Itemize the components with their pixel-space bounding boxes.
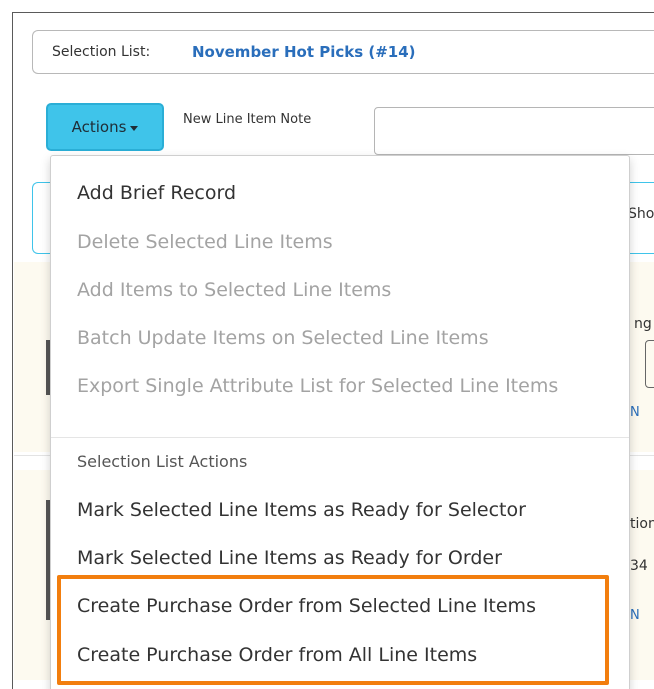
menu-item-ready-for-order[interactable]: Mark Selected Line Items as Ready for Or…: [77, 547, 502, 569]
background-link-1: N: [630, 405, 640, 420]
background-field-label-2: tion: [630, 516, 654, 532]
background-field-input-1: [645, 340, 654, 388]
actions-dropdown-menu: Add Brief Record Delete Selected Line It…: [50, 155, 630, 689]
background-link-2: N: [630, 608, 640, 623]
selection-list-label: Selection List:: [52, 44, 151, 60]
menu-item-add-brief-record[interactable]: Add Brief Record: [77, 182, 236, 204]
background-field-label-1: ng: [634, 316, 652, 332]
menu-item-create-po-all[interactable]: Create Purchase Order from All Line Item…: [77, 644, 477, 666]
menu-item-ready-for-selector[interactable]: Mark Selected Line Items as Ready for Se…: [77, 499, 526, 521]
background-tab-text: Sho: [628, 206, 654, 222]
new-line-item-note-input[interactable]: [374, 107, 654, 155]
new-line-item-note-label: New Line Item Note: [183, 112, 312, 127]
actions-button-label: Actions: [71, 118, 127, 136]
menu-item-delete-selected: Delete Selected Line Items: [77, 231, 333, 253]
menu-item-batch-update: Batch Update Items on Selected Line Item…: [77, 327, 489, 349]
menu-item-export-single-attribute: Export Single Attribute List for Selecte…: [77, 375, 559, 397]
caret-down-icon: [130, 125, 139, 131]
menu-item-add-items-to-selected: Add Items to Selected Line Items: [77, 279, 392, 301]
actions-dropdown-button[interactable]: Actions: [46, 103, 164, 151]
menu-divider: [51, 437, 629, 438]
app-frame: Selection List: November Hot Picks (#14)…: [0, 0, 654, 689]
background-field-value-2: 34: [630, 558, 648, 574]
menu-section-header: Selection List Actions: [77, 452, 248, 471]
menu-item-create-po-selected[interactable]: Create Purchase Order from Selected Line…: [77, 595, 536, 617]
selection-list-name: November Hot Picks (#14): [192, 43, 416, 61]
